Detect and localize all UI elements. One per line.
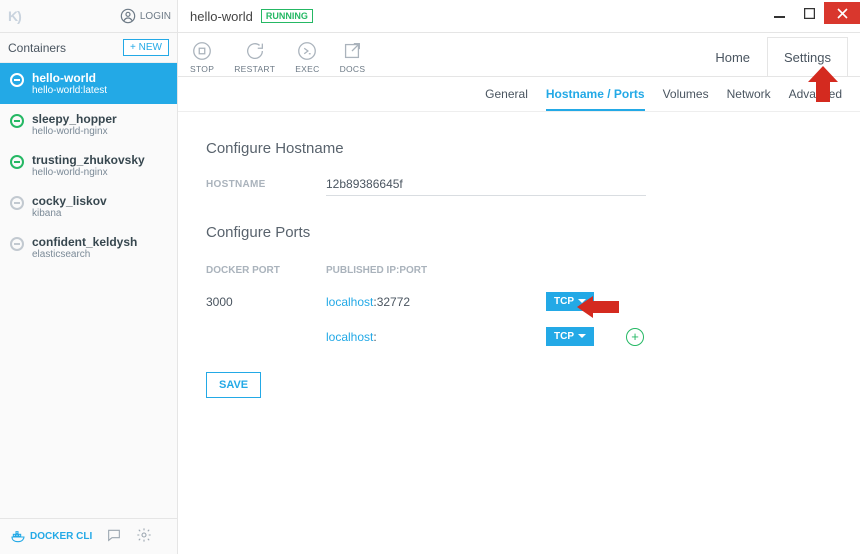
container-image: kibana	[32, 208, 107, 219]
published-port-link[interactable]: localhost:	[326, 330, 486, 344]
save-button[interactable]: SAVE	[206, 372, 261, 398]
status-stopped-icon	[10, 196, 24, 210]
login-label: LOGIN	[140, 11, 171, 22]
container-list: hello-world hello-world:latest sleepy_ho…	[0, 63, 177, 518]
docker-cli-button[interactable]: DOCKER CLI	[10, 529, 92, 545]
new-container-button[interactable]: + NEW	[123, 39, 169, 56]
col-docker-port: DOCKER PORT	[206, 265, 326, 276]
status-stopped-icon	[10, 237, 24, 251]
container-name: confident_keldysh	[32, 235, 137, 249]
window-maximize[interactable]	[794, 2, 824, 24]
container-item-hello-world[interactable]: hello-world hello-world:latest	[0, 63, 177, 104]
status-running-icon	[10, 155, 24, 169]
container-name: trusting_zhukovsky	[32, 153, 145, 167]
status-badge: RUNNING	[261, 9, 313, 23]
subtab-general[interactable]: General	[485, 87, 528, 111]
port-row: localhost: TCP +	[206, 319, 832, 354]
minimize-icon	[774, 8, 785, 19]
main-panel: hello-world RUNNING STOP	[178, 0, 860, 554]
preferences-button[interactable]	[136, 527, 152, 546]
whale-icon	[10, 529, 26, 545]
window-minimize[interactable]	[764, 2, 794, 24]
container-item-confident-keldysh[interactable]: confident_keldysh elasticsearch	[0, 227, 177, 268]
gear-icon	[136, 527, 152, 543]
exec-button[interactable]: EXEC	[295, 40, 319, 74]
docs-button[interactable]: DOCS	[340, 40, 366, 74]
tab-settings[interactable]: Settings	[767, 37, 848, 76]
container-name: cocky_liskov	[32, 194, 107, 208]
container-image: hello-world:latest	[32, 85, 107, 96]
login-button[interactable]: LOGIN	[120, 8, 171, 24]
app-logo: K)	[8, 8, 21, 24]
restart-icon	[244, 40, 266, 62]
stop-icon	[191, 40, 213, 62]
status-running-icon	[10, 73, 24, 87]
protocol-select[interactable]: TCP	[546, 327, 594, 346]
restart-button[interactable]: RESTART	[234, 40, 275, 74]
sidebar: K) LOGIN Containers + NEW hello-world he…	[0, 0, 178, 554]
terminal-icon	[296, 40, 318, 62]
col-published: PUBLISHED IP:PORT	[326, 265, 486, 276]
container-name: sleepy_hopper	[32, 112, 117, 126]
settings-content: Configure Hostname HOSTNAME 12b89386645f…	[178, 112, 860, 414]
sidebar-title: Containers	[8, 41, 66, 55]
external-link-icon	[341, 40, 363, 62]
hostname-input[interactable]: 12b89386645f	[326, 173, 646, 196]
action-toolbar: STOP RESTART EXEC DOCS Home Settings	[178, 33, 860, 77]
hostname-label: HOSTNAME	[206, 179, 326, 190]
status-running-icon	[10, 114, 24, 128]
sub-tabs: General Hostname / Ports Volumes Network…	[178, 77, 860, 112]
tab-home[interactable]: Home	[698, 37, 767, 76]
subtab-hostname-ports[interactable]: Hostname / Ports	[546, 87, 645, 111]
stop-button[interactable]: STOP	[190, 40, 214, 74]
user-icon	[120, 8, 136, 24]
window-close[interactable]	[824, 2, 860, 24]
container-image: hello-world-nginx	[32, 167, 145, 178]
chat-icon	[106, 527, 122, 543]
container-name: hello-world	[32, 71, 107, 85]
titlebar: hello-world RUNNING	[178, 0, 860, 33]
feedback-button[interactable]	[106, 527, 122, 546]
container-item-cocky-liskov[interactable]: cocky_liskov kibana	[0, 186, 177, 227]
close-icon	[837, 8, 848, 19]
container-image: hello-world-nginx	[32, 126, 117, 137]
container-item-sleepy-hopper[interactable]: sleepy_hopper hello-world-nginx	[0, 104, 177, 145]
subtab-advanced[interactable]: Advanced	[789, 87, 842, 111]
protocol-select[interactable]: TCP	[546, 292, 594, 311]
container-image: elasticsearch	[32, 249, 137, 260]
hostname-heading: Configure Hostname	[206, 140, 832, 157]
published-port-link[interactable]: localhost:32772	[326, 295, 486, 309]
page-title: hello-world	[190, 9, 253, 24]
ports-heading: Configure Ports	[206, 224, 832, 241]
port-row: 3000 localhost:32772 TCP	[206, 284, 832, 319]
container-item-trusting-zhukovsky[interactable]: trusting_zhukovsky hello-world-nginx	[0, 145, 177, 186]
maximize-icon	[804, 8, 815, 19]
docker-port-value: 3000	[206, 295, 326, 309]
subtab-volumes[interactable]: Volumes	[663, 87, 709, 111]
subtab-network[interactable]: Network	[727, 87, 771, 111]
add-port-button[interactable]: +	[626, 328, 644, 346]
